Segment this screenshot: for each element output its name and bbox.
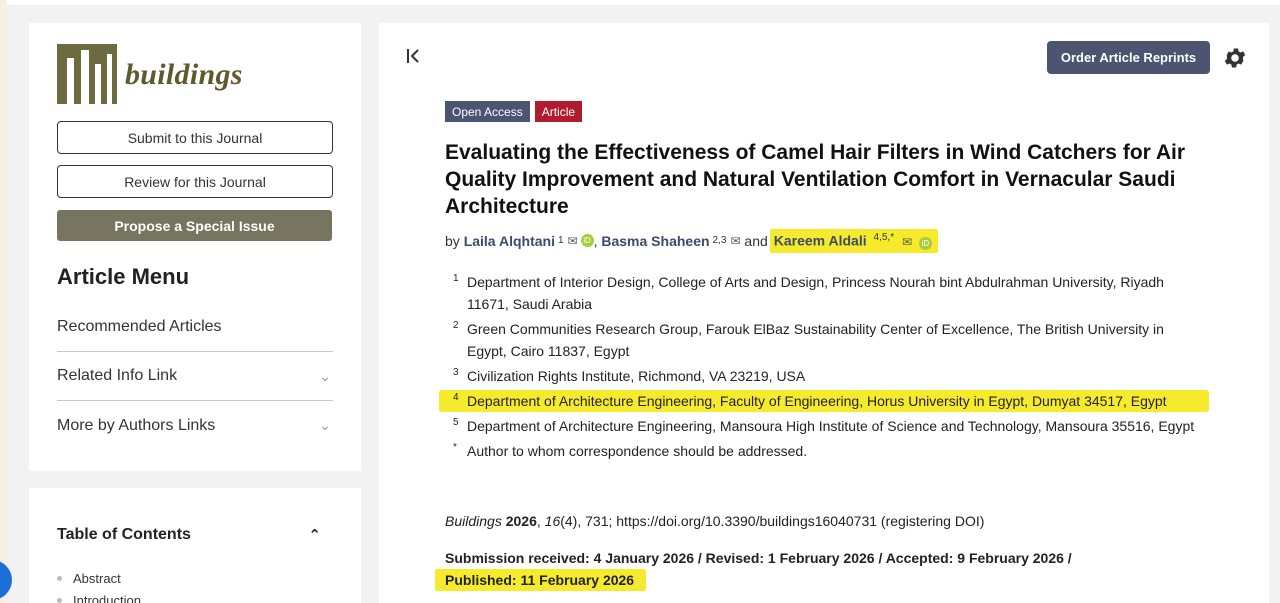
menu-item-label: Related Info Link [57,367,178,384]
chevron-down-icon: ⌄ [319,367,331,384]
bullet-icon [57,597,62,603]
published-date: Published: 11 February 2026 [435,569,647,591]
citation-line: Buildings 2026, 16(4), 731; https://doi.… [445,513,985,529]
review-button[interactable]: Review for this Journal [57,165,333,198]
article-type-badge: Article [534,101,583,122]
article-badges: Open Access Article [445,101,583,122]
toc-list: Abstract Introduction [57,567,141,603]
order-reprints-button[interactable]: Order Article Reprints [1047,41,1210,74]
window-left-edge [0,0,7,603]
propose-special-issue-button[interactable]: Propose a Special Issue [57,210,332,241]
doi-link[interactable]: (4), 731; https://doi.org/10.3390/buildi… [560,513,984,529]
affiliation-item: 2 Green Communities Research Group, Farou… [453,320,1164,359]
menu-item-label: More by Authors Links [57,416,216,434]
menu-item-label: Recommended Articles [57,318,222,335]
affiliation-item: 1 Department of Interior Design, College … [453,273,1164,312]
affiliation-item-highlighted: 4 Department of Architecture Engineering,… [439,390,1209,412]
mail-icon[interactable]: ✉ [902,235,912,249]
mail-icon[interactable]: ✉ [730,234,740,248]
affiliation-item: 5 Department of Architecture Engineering,… [453,417,1195,434]
sidebar: buildings Submit to this Journal Review … [29,23,361,471]
menu-item-more-by-authors[interactable]: More by Authors Links ⌄ [57,401,333,450]
menu-item-related-info-link[interactable]: Related Info Link ⌄ [57,352,333,401]
top-bar [7,0,1280,5]
collapse-sidebar-icon[interactable] [405,47,423,71]
toc-item-abstract[interactable]: Abstract [57,567,141,589]
journal-name: buildings [125,58,243,91]
journal-logo[interactable]: buildings [57,44,257,106]
floating-action-button[interactable] [0,560,12,600]
author-link[interactable]: Kareem Aldali [774,233,867,249]
article-title: Evaluating the Effectiveness of Camel Ha… [445,141,1186,218]
affiliation-item: 3 Civilization Rights Institute, Richmond… [453,367,806,384]
highlighted-author: Kareem Aldali 4,5,* ✉ iD [769,229,938,253]
gear-icon[interactable] [1222,45,1248,71]
affiliations: 1 Department of Interior Design, College … [439,271,1209,465]
chevron-up-icon[interactable]: ⌃ [308,526,321,544]
chevron-down-icon: ⌄ [319,417,331,433]
menu-item-recommended-articles[interactable]: Recommended Articles [57,303,333,352]
bullet-icon [57,575,62,581]
publication-dates: Submission received: 4 January 2026 / Re… [435,547,1072,591]
article-menu-title: Article Menu [57,264,190,289]
correspondence-note: * Author to whom correspondence should be… [453,442,808,459]
author-list: by Laila Alqhtani 1 ✉ iD, Basma Shaheen … [445,229,1005,253]
table-of-contents: Table of Contents ⌃ Abstract Introductio… [29,488,361,603]
buildings-logo-icon [57,44,117,104]
article-panel: Order Article Reprints Open Access Artic… [379,23,1269,603]
toc-item-introduction[interactable]: Introduction [57,589,141,603]
orcid-icon[interactable]: iD [580,234,594,248]
submit-button[interactable]: Submit to this Journal [57,121,333,154]
open-access-badge: Open Access [445,101,530,122]
orcid-icon[interactable]: iD [918,236,932,250]
toc-title[interactable]: Table of Contents [57,526,191,544]
mail-icon[interactable]: ✉ [568,234,578,248]
author-link[interactable]: Basma Shaheen [601,233,709,249]
author-link[interactable]: Laila Alqhtani [464,233,555,249]
